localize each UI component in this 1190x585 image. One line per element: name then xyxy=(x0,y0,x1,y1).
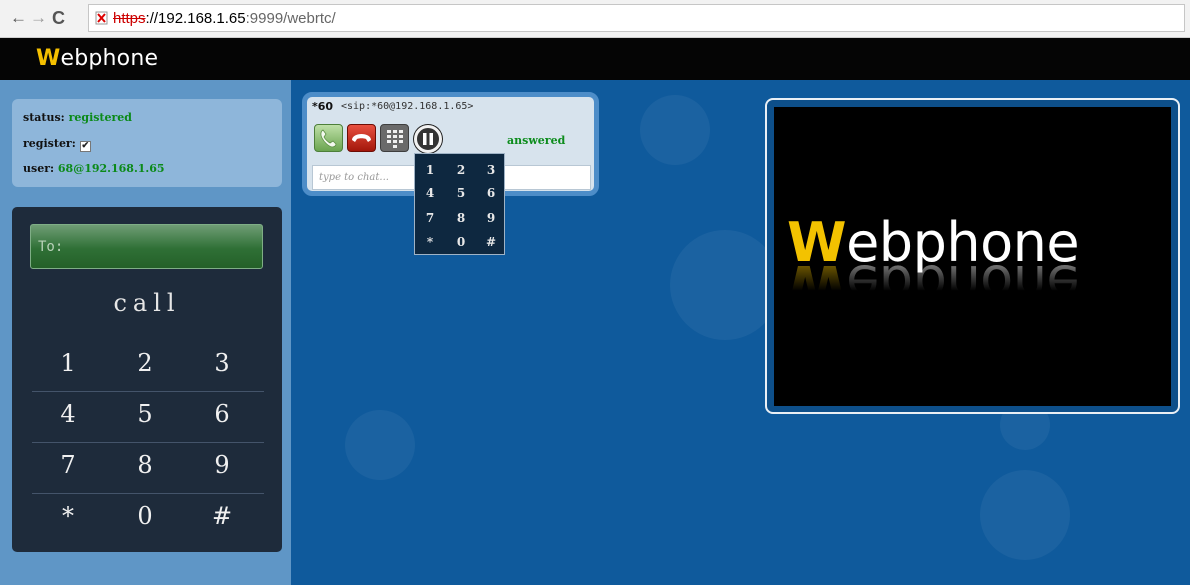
status-line: status: registered xyxy=(23,111,132,124)
background-bubble xyxy=(670,230,780,340)
call-number: *60 xyxy=(312,100,334,113)
user-line: user: 68@192.168.1.65 xyxy=(23,162,165,175)
url-scheme: https xyxy=(113,10,146,27)
dtmf-key-5[interactable]: 5 xyxy=(449,186,473,200)
dialpad-key-2[interactable]: 2 xyxy=(115,349,175,377)
logo-reflection-initial: W xyxy=(787,253,847,316)
user-label: user: xyxy=(23,162,55,175)
url-text: https://192.168.1.65:9999/webrtc/ xyxy=(113,10,336,27)
reload-icon[interactable]: C xyxy=(52,8,65,28)
dtmf-key-4[interactable]: 4 xyxy=(418,186,442,200)
back-arrow-icon[interactable]: ← xyxy=(10,8,27,28)
logo-reflection-rest: ebphone xyxy=(846,253,1080,316)
forward-arrow-icon[interactable]: → xyxy=(30,8,47,28)
dtmf-key-6[interactable]: 6 xyxy=(479,186,503,200)
insecure-lock-icon xyxy=(95,11,108,25)
dtmf-key-2[interactable]: 2 xyxy=(449,163,473,177)
dialpad-row: * 0 # xyxy=(32,494,264,545)
dialpad-key-star[interactable]: * xyxy=(38,502,98,530)
url-path: :9999/webrtc/ xyxy=(245,10,336,27)
background-bubble xyxy=(640,95,710,165)
keypad-toggle-button[interactable] xyxy=(380,124,409,152)
dialpad-row: 7 8 9 xyxy=(32,443,264,494)
dialpad-key-4[interactable]: 4 xyxy=(38,400,98,428)
status-label: status: xyxy=(23,111,65,124)
browser-toolbar: ← → C https://192.168.1.65:9999/webrtc/ xyxy=(0,0,1190,38)
keypad-grid-icon xyxy=(387,130,403,148)
background-bubble xyxy=(345,410,415,480)
dialpad-key-9[interactable]: 9 xyxy=(192,451,252,479)
dialpad-key-5[interactable]: 5 xyxy=(115,400,175,428)
dtmf-key-star[interactable]: * xyxy=(418,235,442,249)
dialpad-row: 4 5 6 xyxy=(32,392,264,443)
app-header: Webphone xyxy=(0,38,1190,80)
brand-rest: ebphone xyxy=(60,46,159,71)
dialpad-key-0[interactable]: 0 xyxy=(115,502,175,530)
dialpad-key-1[interactable]: 1 xyxy=(38,349,98,377)
brand-initial: W xyxy=(36,46,61,71)
dtmf-key-1[interactable]: 1 xyxy=(418,163,442,177)
background-bubble xyxy=(980,470,1070,560)
video-display: Webphone Webphone xyxy=(774,107,1171,406)
dialpad-panel: call 1 2 3 4 5 6 7 8 9 * 0 # xyxy=(12,207,282,552)
dtmf-key-7[interactable]: 7 xyxy=(418,211,442,225)
register-line: register: ✔ xyxy=(23,137,91,152)
video-frame: Webphone Webphone xyxy=(765,98,1180,414)
dtmf-key-3[interactable]: 3 xyxy=(479,163,503,177)
hangup-button[interactable] xyxy=(347,124,376,152)
dialpad-key-7[interactable]: 7 xyxy=(38,451,98,479)
register-checkbox[interactable]: ✔ xyxy=(79,141,91,152)
dialpad-key-3[interactable]: 3 xyxy=(192,349,252,377)
phone-hangup-icon xyxy=(352,134,371,142)
brand-logo: Webphone xyxy=(36,46,158,71)
call-button[interactable]: call xyxy=(12,289,282,317)
answer-button[interactable] xyxy=(314,124,343,152)
to-input[interactable] xyxy=(30,224,263,269)
dialpad-key-8[interactable]: 8 xyxy=(115,451,175,479)
dtmf-keypad-popup: 1 2 3 4 5 6 7 8 9 * 0 # xyxy=(414,153,505,255)
pause-icon xyxy=(423,133,433,145)
logo-reflection: Webphone xyxy=(787,253,1079,316)
status-value: registered xyxy=(68,111,132,124)
dtmf-key-8[interactable]: 8 xyxy=(449,211,473,225)
dialpad-key-6[interactable]: 6 xyxy=(192,400,252,428)
dialpad-key-hash[interactable]: # xyxy=(192,502,252,530)
status-panel: status: registered register: ✔ user: 68@1… xyxy=(12,99,282,187)
register-label: register: xyxy=(23,137,76,150)
left-sidebar: status: registered register: ✔ user: 68@1… xyxy=(0,80,291,585)
dtmf-key-hash[interactable]: # xyxy=(479,235,503,249)
call-state: answered xyxy=(507,134,566,147)
user-value: 68@192.168.1.65 xyxy=(57,162,165,175)
dialpad-row: 1 2 3 xyxy=(32,341,264,392)
address-bar[interactable]: https://192.168.1.65:9999/webrtc/ xyxy=(88,4,1185,32)
dtmf-key-0[interactable]: 0 xyxy=(449,235,473,249)
phone-answer-icon xyxy=(320,129,337,148)
call-sip-uri: <sip:*60@192.168.1.65> xyxy=(341,101,474,112)
hold-button[interactable] xyxy=(414,125,442,153)
dtmf-key-9[interactable]: 9 xyxy=(479,211,503,225)
url-host: ://192.168.1.65 xyxy=(145,10,246,27)
